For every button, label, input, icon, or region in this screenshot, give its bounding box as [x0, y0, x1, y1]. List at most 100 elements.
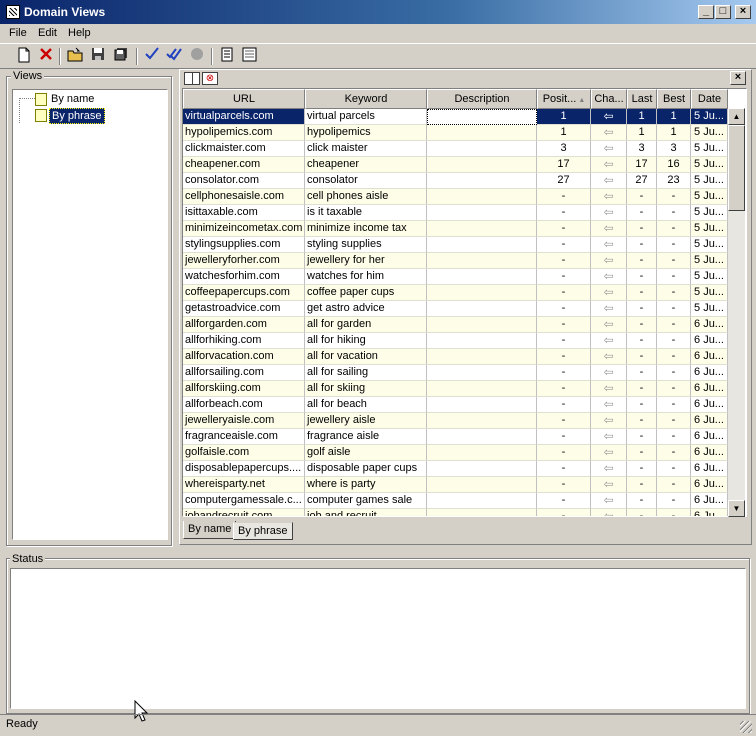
header-label: Cha... [594, 93, 624, 105]
header-keyword[interactable]: Keyword [305, 89, 427, 109]
table-row[interactable]: jewelleryaisle.com jewellery aisle - ⇦ - -6 J… [183, 413, 728, 429]
table-row[interactable]: computergamessale.c... computer games sal… [183, 493, 728, 509]
cell-position: - [537, 381, 591, 397]
scroll-down-icon[interactable]: ▼ [728, 500, 745, 517]
table-row[interactable]: virtualparcels.com virtual parcels 1 ⇦ 1 1 5 J… [183, 109, 728, 125]
table-row[interactable]: cheapener.com cheapener 17 ⇦ 17 16 5 Ju... [183, 157, 728, 173]
table-row[interactable]: cellphonesaisle.com cell phones aisle - ⇦ - -… [183, 189, 728, 205]
maximize-button[interactable]: □ [715, 5, 731, 19]
table-row[interactable]: disposablepapercups.... disposable paper … [183, 461, 728, 477]
tree-item-by-name[interactable]: By name [35, 91, 165, 107]
close-panel-button[interactable]: × [730, 71, 746, 85]
table-row[interactable]: allforvacation.com all for vacation - ⇦ - -6 … [183, 349, 728, 365]
cell-keyword: jewellery for her [305, 253, 427, 269]
table-row[interactable]: isittaxable.com is it taxable - ⇦ - -5 Ju... [183, 205, 728, 221]
table-row[interactable]: whereisparty.net where is party - ⇦ - -6 Ju..… [183, 477, 728, 493]
tab-by-phrase[interactable]: By phrase [233, 522, 293, 540]
tree-item-by-phrase[interactable]: By phrase [35, 107, 165, 124]
cell-change: ⇦ [591, 509, 627, 516]
cell-description [427, 301, 537, 317]
tab-by-name[interactable]: By name [183, 521, 237, 539]
domains-grid[interactable]: URL Keyword Description Posit... ▲ Cha... Last… [182, 88, 747, 517]
table-row[interactable]: getastroadvice.com get astro advice - ⇦ - -5 … [183, 301, 728, 317]
header-date[interactable]: Date [691, 89, 728, 109]
splitter[interactable] [172, 70, 178, 544]
table-row[interactable]: clickmaister.com click maister 3 ⇦ 3 3 5 Ju... [183, 141, 728, 157]
cell-keyword: all for beach [305, 397, 427, 413]
save-all-icon[interactable] [112, 47, 130, 65]
cell-change: ⇦ [591, 173, 627, 189]
tree-item-label: By name [51, 93, 95, 105]
tile-windows-icon[interactable] [184, 72, 200, 85]
cell-date: 5 Ju... [691, 221, 728, 237]
table-row[interactable]: allforbeach.com all for beach - ⇦ - -6 Ju... [183, 397, 728, 413]
new-icon[interactable] [15, 47, 33, 65]
open-folder-icon[interactable] [66, 47, 84, 65]
cell-last: 1 [627, 125, 657, 141]
menu-help[interactable]: Help [65, 26, 94, 40]
cell-best: - [657, 205, 691, 221]
status-log[interactable] [10, 568, 746, 709]
close-tab-icon[interactable]: ⊗ [202, 72, 218, 85]
table-row[interactable]: hypolipemics.com hypolipemics 1 ⇦ 1 1 5 Ju... [183, 125, 728, 141]
check-icon[interactable] [143, 47, 161, 65]
table-row[interactable]: jewelleryforher.com jewellery for her - ⇦ - -… [183, 253, 728, 269]
views-tree[interactable]: By name By phrase [12, 89, 168, 540]
cell-url: allforgarden.com [183, 317, 305, 333]
options-icon[interactable] [240, 47, 258, 65]
resize-grip[interactable] [740, 721, 752, 733]
report-icon[interactable] [218, 47, 236, 65]
table-row[interactable]: golfaisle.com golf aisle - ⇦ - -6 Ju... [183, 445, 728, 461]
close-window-button[interactable]: × [735, 5, 751, 19]
cell-position: - [537, 429, 591, 445]
cell-date: 6 Ju... [691, 317, 728, 333]
cell-position: - [537, 221, 591, 237]
table-row[interactable]: allforgarden.com all for garden - ⇦ - -6 Ju..… [183, 317, 728, 333]
cell-keyword: all for skiing [305, 381, 427, 397]
table-row[interactable]: allforhiking.com all for hiking - ⇦ - -6 Ju..… [183, 333, 728, 349]
table-row[interactable]: consolator.com consolator 27 ⇦ 27 23 5 Ju... [183, 173, 728, 189]
menu-file[interactable]: File [6, 26, 30, 40]
cell-url: computergamessale.c... [183, 493, 305, 509]
header-label: Date [697, 93, 722, 105]
scroll-thumb[interactable] [728, 125, 745, 211]
header-position[interactable]: Posit... ▲ [537, 89, 591, 109]
cell-best: - [657, 509, 691, 516]
title-bar[interactable]: Domain Views _ □ × [0, 0, 756, 24]
delete-icon[interactable] [37, 47, 55, 65]
cell-date: 5 Ju... [691, 189, 728, 205]
vertical-scrollbar[interactable]: ▲ ▼ [728, 108, 745, 517]
menu-edit[interactable]: Edit [35, 26, 60, 40]
header-description[interactable]: Description [427, 89, 537, 109]
table-row[interactable]: coffeepapercups.com coffee paper cups - ⇦ - -… [183, 285, 728, 301]
minimize-button[interactable]: _ [698, 5, 714, 19]
header-change[interactable]: Cha... [591, 89, 627, 109]
table-row[interactable]: jobandrecruit.com job and recruit - ⇦ - -6 Ju… [183, 509, 728, 516]
cell-best: 23 [657, 173, 691, 189]
cell-keyword: watches for him [305, 269, 427, 285]
toolbar-separator [59, 48, 61, 65]
stop-icon[interactable] [188, 47, 206, 65]
header-best[interactable]: Best [657, 89, 691, 109]
table-row[interactable]: watchesforhim.com watches for him - ⇦ - -5 Ju… [183, 269, 728, 285]
scroll-up-icon[interactable]: ▲ [728, 108, 745, 125]
cell-keyword: consolator [305, 173, 427, 189]
cell-position: - [537, 477, 591, 493]
table-row[interactable]: allforskiing.com all for skiing - ⇦ - -6 Ju..… [183, 381, 728, 397]
header-url[interactable]: URL [183, 89, 305, 109]
header-last[interactable]: Last [627, 89, 657, 109]
cell-date: 6 Ju... [691, 445, 728, 461]
cell-url: isittaxable.com [183, 205, 305, 221]
table-row[interactable]: stylingsupplies.com styling supplies - ⇦ - -5… [183, 237, 728, 253]
cell-change: ⇦ [591, 381, 627, 397]
table-row[interactable]: fragranceaisle.com fragrance aisle - ⇦ - -6 J… [183, 429, 728, 445]
check-all-icon[interactable] [165, 47, 183, 65]
cell-date: 6 Ju... [691, 349, 728, 365]
cell-date: 6 Ju... [691, 509, 728, 516]
cell-keyword: disposable paper cups [305, 461, 427, 477]
table-row[interactable]: allforsailing.com all for sailing - ⇦ - -6 Ju… [183, 365, 728, 381]
save-icon[interactable] [89, 47, 107, 65]
cell-position: 17 [537, 157, 591, 173]
cell-position: - [537, 301, 591, 317]
table-row[interactable]: minimizeincometax.com minimize income tax… [183, 221, 728, 237]
